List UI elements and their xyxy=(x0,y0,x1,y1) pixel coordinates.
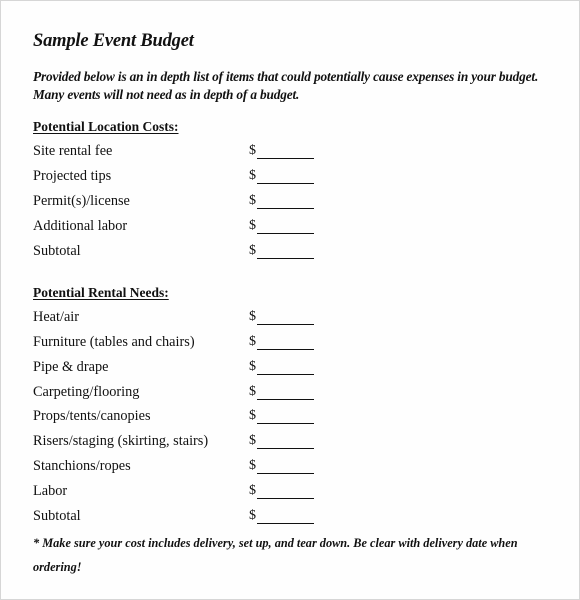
footnote: * Make sure your cost includes delivery,… xyxy=(33,536,518,574)
amount-blank-field[interactable] xyxy=(257,233,314,234)
section-heading-rental-needs: Potential Rental Needs: xyxy=(33,285,169,300)
budget-row-projected-tips: Projected tips $ xyxy=(33,168,333,188)
row-label: Labor xyxy=(33,483,68,499)
row-label: Stanchions/ropes xyxy=(33,458,131,474)
document-page: Sample Event Budget Provided below is an… xyxy=(0,0,580,600)
intro-paragraph: Provided below is an in depth list of it… xyxy=(33,69,539,102)
currency-symbol: $ xyxy=(249,458,256,473)
amount-blank-field[interactable] xyxy=(257,523,314,524)
currency-symbol: $ xyxy=(249,359,256,374)
section-heading-location-costs: Potential Location Costs: xyxy=(33,119,179,134)
currency-symbol: $ xyxy=(249,408,256,423)
budget-row-permits-license: Permit(s)/license $ xyxy=(33,193,333,213)
amount-blank-field[interactable] xyxy=(257,349,314,350)
amount-blank-field[interactable] xyxy=(257,498,314,499)
row-label: Heat/air xyxy=(33,309,80,325)
row-label: Permit(s)/license xyxy=(33,193,130,209)
currency-symbol: $ xyxy=(249,218,256,233)
budget-row-stanchions-ropes: Stanchions/ropes $ xyxy=(33,458,333,478)
amount-blank-field[interactable] xyxy=(257,423,314,424)
budget-row-labor: Labor $ xyxy=(33,483,333,503)
budget-row-props-tents-canopies: Props/tents/canopies $ xyxy=(33,408,333,428)
budget-row-furniture: Furniture (tables and chairs) $ xyxy=(33,334,333,354)
currency-symbol: $ xyxy=(249,384,256,399)
row-label: Risers/staging (skirting, stairs) xyxy=(33,433,209,449)
amount-blank-field[interactable] xyxy=(257,183,314,184)
amount-blank-field[interactable] xyxy=(257,258,314,259)
currency-symbol: $ xyxy=(249,433,256,448)
currency-symbol: $ xyxy=(249,483,256,498)
budget-row-location-subtotal: Subtotal $ xyxy=(33,243,333,263)
budget-row-rental-subtotal: Subtotal $ xyxy=(33,508,333,528)
row-label: Additional labor xyxy=(33,218,128,234)
amount-blank-field[interactable] xyxy=(257,324,314,325)
amount-blank-field[interactable] xyxy=(257,473,314,474)
currency-symbol: $ xyxy=(249,168,256,183)
budget-row-risers-staging: Risers/staging (skirting, stairs) $ xyxy=(33,433,333,453)
budget-row-additional-labor: Additional labor $ xyxy=(33,218,333,238)
currency-symbol: $ xyxy=(249,508,256,523)
amount-blank-field[interactable] xyxy=(257,208,314,209)
currency-symbol: $ xyxy=(249,143,256,158)
amount-blank-field[interactable] xyxy=(257,374,314,375)
row-label: Subtotal xyxy=(33,243,81,259)
row-label: Projected tips xyxy=(33,168,112,184)
document-title: Sample Event Budget xyxy=(33,31,194,51)
budget-row-heat-air: Heat/air $ xyxy=(33,309,333,329)
amount-blank-field[interactable] xyxy=(257,158,314,159)
budget-row-pipe-drape: Pipe & drape $ xyxy=(33,359,333,379)
currency-symbol: $ xyxy=(249,334,256,349)
row-label: Subtotal xyxy=(33,508,81,524)
row-label: Furniture (tables and chairs) xyxy=(33,334,195,350)
budget-row-carpeting-flooring: Carpeting/flooring $ xyxy=(33,384,333,404)
row-label: Carpeting/flooring xyxy=(33,384,140,400)
amount-blank-field[interactable] xyxy=(257,448,314,449)
row-label: Props/tents/canopies xyxy=(33,408,151,424)
budget-row-site-rental-fee: Site rental fee $ xyxy=(33,143,333,163)
currency-symbol: $ xyxy=(249,243,256,258)
row-label: Pipe & drape xyxy=(33,359,109,375)
currency-symbol: $ xyxy=(249,309,256,324)
amount-blank-field[interactable] xyxy=(257,399,314,400)
currency-symbol: $ xyxy=(249,193,256,208)
row-label: Site rental fee xyxy=(33,143,113,159)
